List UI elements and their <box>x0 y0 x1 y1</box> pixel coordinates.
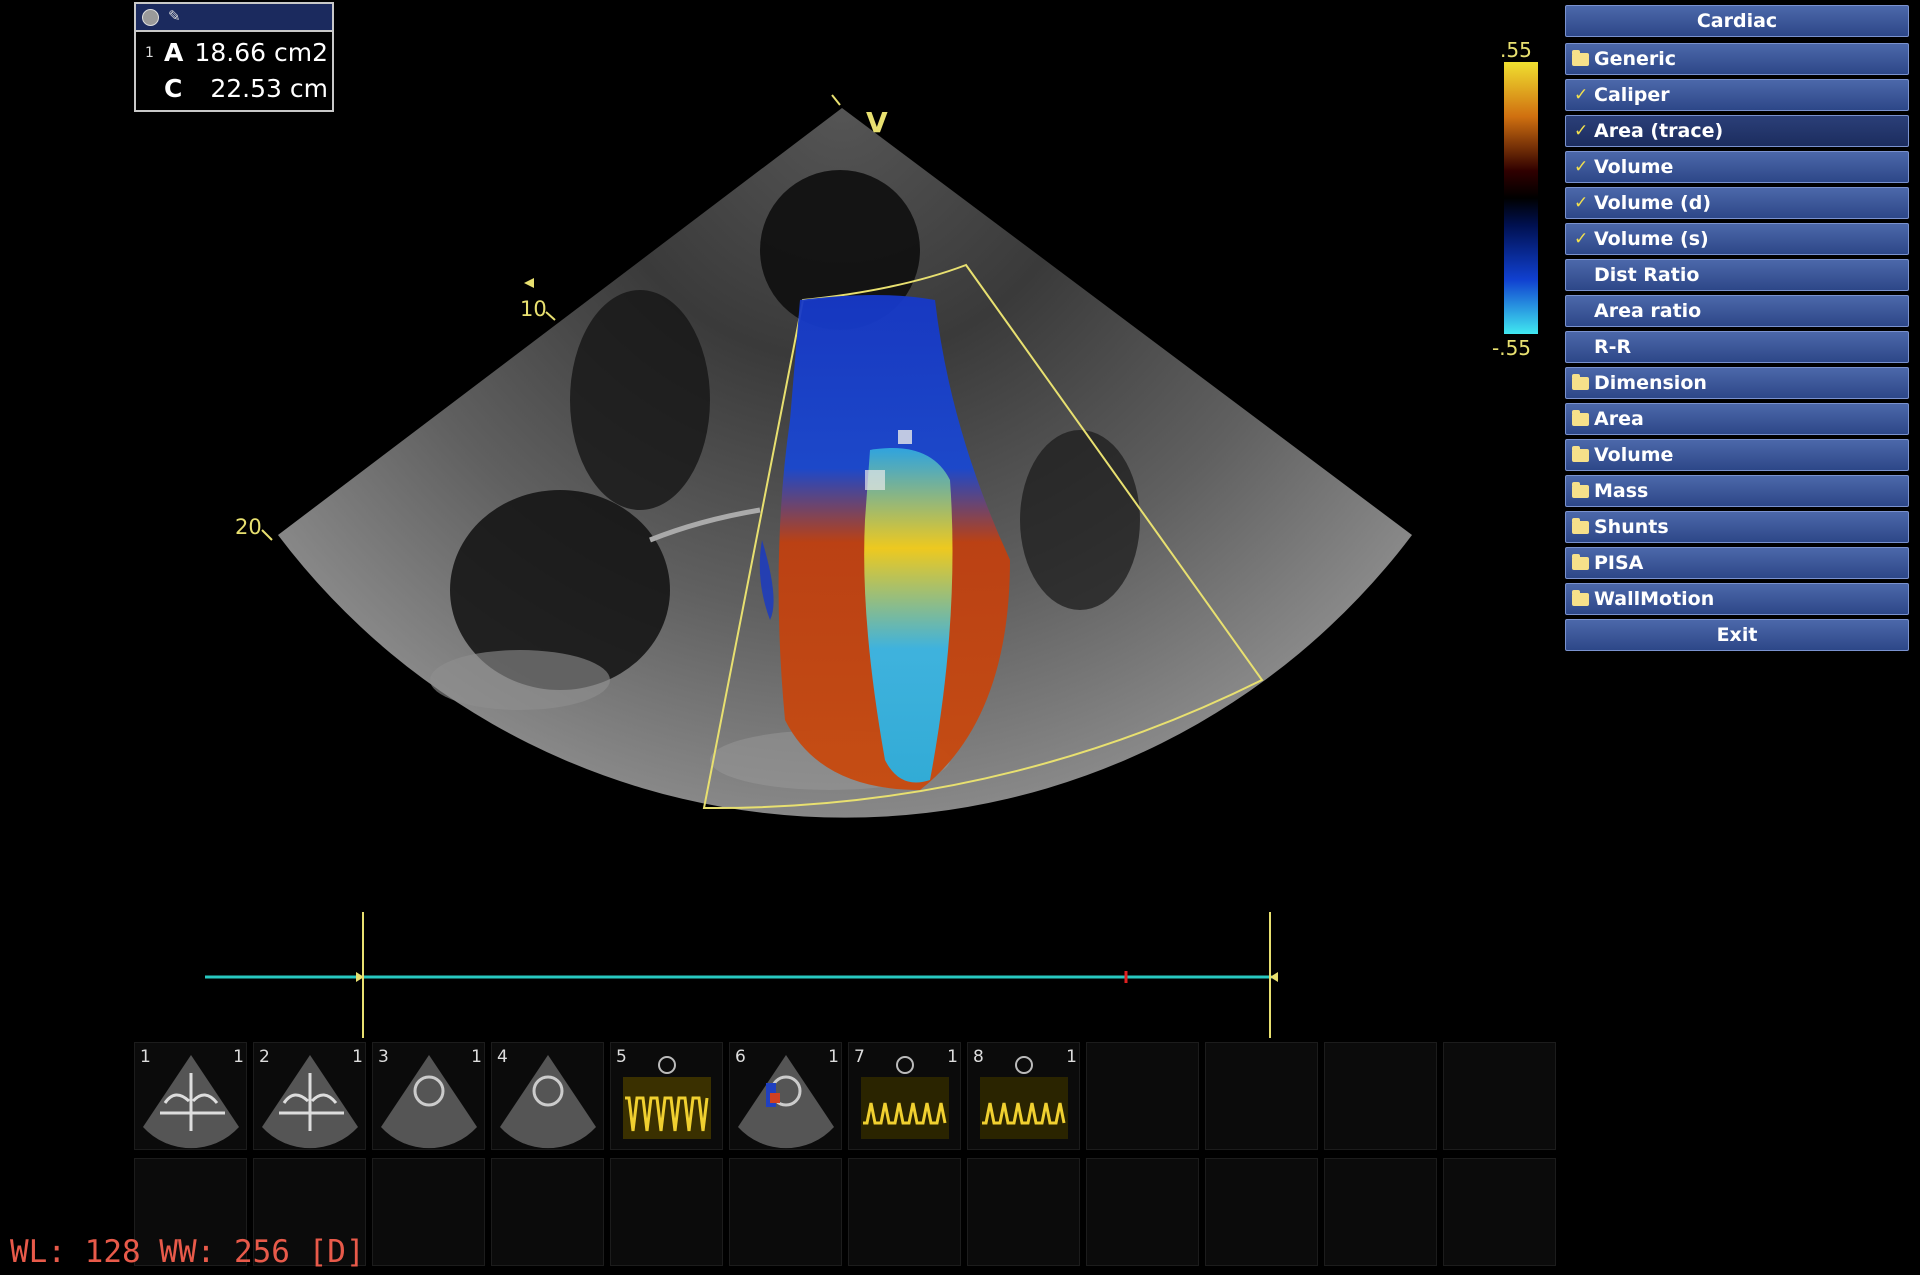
thumbnail-preview <box>143 1055 239 1149</box>
clip-thumbnail[interactable]: 11 <box>134 1042 247 1150</box>
clip-thumbnail[interactable]: 21 <box>253 1042 366 1150</box>
empty-thumbnail-slot[interactable] <box>1205 1158 1318 1266</box>
thumbnail-count: 1 <box>947 1047 958 1067</box>
thumbnail-preview <box>738 1055 834 1149</box>
thumbnail-preview <box>500 1055 596 1149</box>
thumbnail-preview <box>980 1056 1068 1139</box>
thumbnail-count: 1 <box>828 1047 839 1067</box>
thumbnail-preview <box>262 1055 358 1149</box>
empty-thumbnail-slot[interactable] <box>967 1158 1080 1266</box>
thumbnail-number: 7 <box>854 1047 865 1067</box>
window-level-readout: WL: 128 WW: 256 [D] <box>10 1234 365 1270</box>
thumbnail-number: 3 <box>378 1047 389 1067</box>
clip-thumbnail[interactable]: 5 <box>610 1042 723 1150</box>
thumbnail-preview <box>381 1055 477 1149</box>
thumbnail-number: 4 <box>497 1047 508 1067</box>
thumbnail-count: 1 <box>352 1047 363 1067</box>
thumbnail-number: 8 <box>973 1047 984 1067</box>
empty-thumbnail-slot[interactable] <box>729 1158 842 1266</box>
clip-thumbnail[interactable]: 31 <box>372 1042 485 1150</box>
thumbnail-preview <box>623 1056 711 1139</box>
thumbnail-count: 1 <box>471 1047 482 1067</box>
thumbnail-number: 2 <box>259 1047 270 1067</box>
clip-thumbnail[interactable]: 4 <box>491 1042 604 1150</box>
empty-thumbnail-slot[interactable] <box>848 1158 961 1266</box>
empty-thumbnail-slot[interactable] <box>372 1158 485 1266</box>
clip-thumbnail[interactable]: 81 <box>967 1042 1080 1150</box>
empty-thumbnail-slot[interactable] <box>1086 1042 1199 1150</box>
empty-thumbnail-slot[interactable] <box>1086 1158 1199 1266</box>
thumbnail-count: 1 <box>233 1047 244 1067</box>
empty-thumbnail-slot[interactable] <box>1443 1042 1556 1150</box>
empty-thumbnail-slot[interactable] <box>1324 1158 1437 1266</box>
empty-thumbnail-slot[interactable] <box>1324 1042 1437 1150</box>
clip-thumbnail[interactable]: 61 <box>729 1042 842 1150</box>
thumbnail-number: 5 <box>616 1047 627 1067</box>
empty-thumbnail-slot[interactable] <box>1443 1158 1556 1266</box>
thumbnail-preview <box>861 1056 949 1139</box>
thumbnail-number: 1 <box>140 1047 151 1067</box>
thumbnail-number: 6 <box>735 1047 746 1067</box>
clip-thumbnail[interactable]: 71 <box>848 1042 961 1150</box>
empty-thumbnail-slot[interactable] <box>491 1158 604 1266</box>
empty-thumbnail-slot[interactable] <box>610 1158 723 1266</box>
cine-timeline[interactable] <box>0 0 1920 1050</box>
thumbnail-count: 1 <box>1066 1047 1077 1067</box>
empty-thumbnail-slot[interactable] <box>1205 1042 1318 1150</box>
